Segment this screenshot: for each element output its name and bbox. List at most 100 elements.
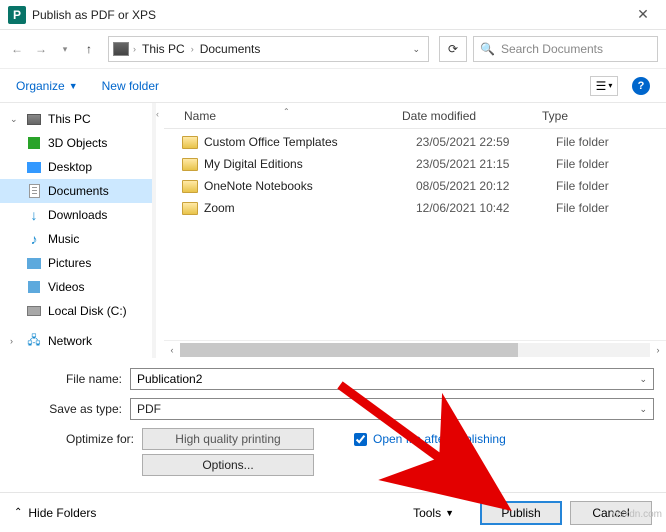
scrollbar-thumb[interactable] [180, 343, 518, 357]
column-name[interactable]: ⌃Name [164, 109, 402, 123]
saveas-type-dropdown[interactable]: PDF ⌄ [130, 398, 654, 420]
pc-icon [113, 42, 129, 56]
crumb-documents[interactable]: Documents [198, 42, 263, 56]
sidebar-item-3d-objects[interactable]: 3D Objects [0, 131, 152, 155]
file-date: 23/05/2021 21:15 [416, 157, 556, 171]
file-date: 23/05/2021 22:59 [416, 135, 556, 149]
publish-button[interactable]: Publish [480, 501, 562, 525]
file-row[interactable]: OneNote Notebooks08/05/2021 20:12File fo… [164, 175, 666, 197]
refresh-icon[interactable]: ⟳ [439, 36, 467, 62]
optimize-value: High quality printing [142, 428, 314, 450]
file-list: ⌃Name Date modified Type Custom Office T… [164, 103, 666, 358]
open-after-checkbox[interactable] [354, 433, 367, 446]
new-folder-button[interactable]: New folder [102, 79, 159, 93]
folder-icon [182, 136, 198, 149]
column-date[interactable]: Date modified [402, 109, 542, 123]
help-icon[interactable]: ? [632, 77, 650, 95]
open-after-label[interactable]: Open file after publishing [373, 432, 506, 446]
sidebar-item-label: Local Disk (C:) [48, 304, 127, 318]
videos-icon [28, 281, 40, 293]
search-placeholder: Search Documents [501, 42, 603, 56]
collapse-icon[interactable]: ⌄ [10, 114, 20, 125]
sidebar-item-label: 3D Objects [48, 136, 107, 150]
saveas-label: Save as type: [12, 402, 130, 416]
chevron-down-icon: ⌄ [639, 404, 647, 415]
sidebar-item-pictures[interactable]: Pictures [0, 251, 152, 275]
chevron-down-icon[interactable]: ⌄ [639, 374, 647, 385]
nav-bar: ← → ▾ ↑ › This PC › Documents ⌄ ⟳ 🔍 Sear… [0, 30, 666, 68]
folder-icon [182, 180, 198, 193]
file-row[interactable]: Zoom12/06/2021 10:42File folder [164, 197, 666, 219]
sidebar: ⌄ This PC 3D Objects Desktop Documents ↓… [0, 103, 152, 358]
sidebar-item-documents[interactable]: Documents [0, 179, 152, 203]
sidebar-item-desktop[interactable]: Desktop [0, 155, 152, 179]
scroll-left-icon[interactable]: ‹ [164, 345, 180, 355]
breadcrumb[interactable]: › This PC › Documents ⌄ [108, 36, 429, 62]
crumb-this-pc[interactable]: This PC [140, 42, 187, 56]
horizontal-scrollbar[interactable]: ‹ › [164, 340, 666, 358]
download-icon: ↓ [26, 207, 42, 223]
saveas-value: PDF [137, 402, 161, 416]
sidebar-item-label: This PC [48, 112, 91, 126]
title-bar: P Publish as PDF or XPS ✕ [0, 0, 666, 30]
file-type: File folder [556, 201, 666, 215]
sidebar-item-this-pc[interactable]: ⌄ This PC [0, 107, 152, 131]
hide-folders-button[interactable]: ⌃ Hide Folders [14, 506, 96, 520]
sidebar-item-label: Documents [48, 184, 109, 198]
pc-icon [27, 114, 41, 125]
expand-icon[interactable]: › [10, 336, 20, 346]
tools-menu[interactable]: Tools ▼ [413, 506, 454, 520]
file-name: My Digital Editions [204, 157, 416, 171]
documents-icon [29, 184, 40, 198]
file-row[interactable]: Custom Office Templates23/05/2021 22:59F… [164, 131, 666, 153]
sort-asc-icon: ⌃ [283, 107, 290, 116]
file-type: File folder [556, 135, 666, 149]
file-type: File folder [556, 157, 666, 171]
chevron-left-icon[interactable]: ‹ [156, 103, 164, 358]
window-title: Publish as PDF or XPS [32, 8, 628, 22]
save-form: File name: Publication2 ⌄ Save as type: … [0, 358, 666, 480]
file-name: Zoom [204, 201, 416, 215]
sidebar-item-downloads[interactable]: ↓ Downloads [0, 203, 152, 227]
filename-input[interactable]: Publication2 ⌄ [130, 368, 654, 390]
up-icon[interactable]: ↑ [80, 40, 98, 58]
scroll-right-icon[interactable]: › [650, 345, 666, 355]
folder-icon [182, 158, 198, 171]
chevron-right-icon: › [191, 44, 194, 54]
view-options-icon[interactable]: ☰▾ [590, 76, 618, 96]
pictures-icon [27, 258, 41, 269]
options-button[interactable]: Options... [142, 454, 314, 476]
folder-icon [182, 202, 198, 215]
search-icon: 🔍 [480, 42, 495, 56]
sidebar-item-videos[interactable]: Videos [0, 275, 152, 299]
sidebar-item-network[interactable]: › 🖧 Network [0, 329, 152, 353]
disk-icon [27, 306, 41, 316]
sidebar-item-label: Downloads [48, 208, 107, 222]
organize-menu[interactable]: Organize▼ [16, 79, 78, 93]
chevron-up-icon: ⌃ [14, 507, 22, 518]
file-date: 08/05/2021 20:12 [416, 179, 556, 193]
filename-value: Publication2 [137, 372, 202, 386]
forward-icon[interactable]: → [32, 40, 50, 58]
chevron-down-icon[interactable]: ⌄ [408, 44, 424, 55]
sidebar-item-label: Videos [48, 280, 84, 294]
sidebar-item-label: Network [48, 334, 92, 348]
close-icon[interactable]: ✕ [628, 6, 658, 23]
chevron-right-icon: › [133, 44, 136, 54]
desktop-icon [27, 162, 41, 173]
column-headers[interactable]: ⌃Name Date modified Type [164, 103, 666, 129]
recent-locations-icon[interactable]: ▾ [56, 40, 74, 58]
sidebar-item-local-disk[interactable]: Local Disk (C:) [0, 299, 152, 323]
toolbar: Organize▼ New folder ☰▾ ? [0, 68, 666, 102]
chevron-down-icon: ▼ [445, 508, 454, 518]
cube-icon [28, 137, 40, 149]
search-input[interactable]: 🔍 Search Documents [473, 36, 658, 62]
optimize-label: Optimize for: [48, 428, 142, 446]
sidebar-item-label: Desktop [48, 160, 92, 174]
column-type[interactable]: Type [542, 109, 666, 123]
sidebar-item-label: Pictures [48, 256, 91, 270]
file-row[interactable]: My Digital Editions23/05/2021 21:15File … [164, 153, 666, 175]
network-icon: 🖧 [26, 333, 42, 349]
back-icon[interactable]: ← [8, 40, 26, 58]
sidebar-item-music[interactable]: ♪ Music [0, 227, 152, 251]
